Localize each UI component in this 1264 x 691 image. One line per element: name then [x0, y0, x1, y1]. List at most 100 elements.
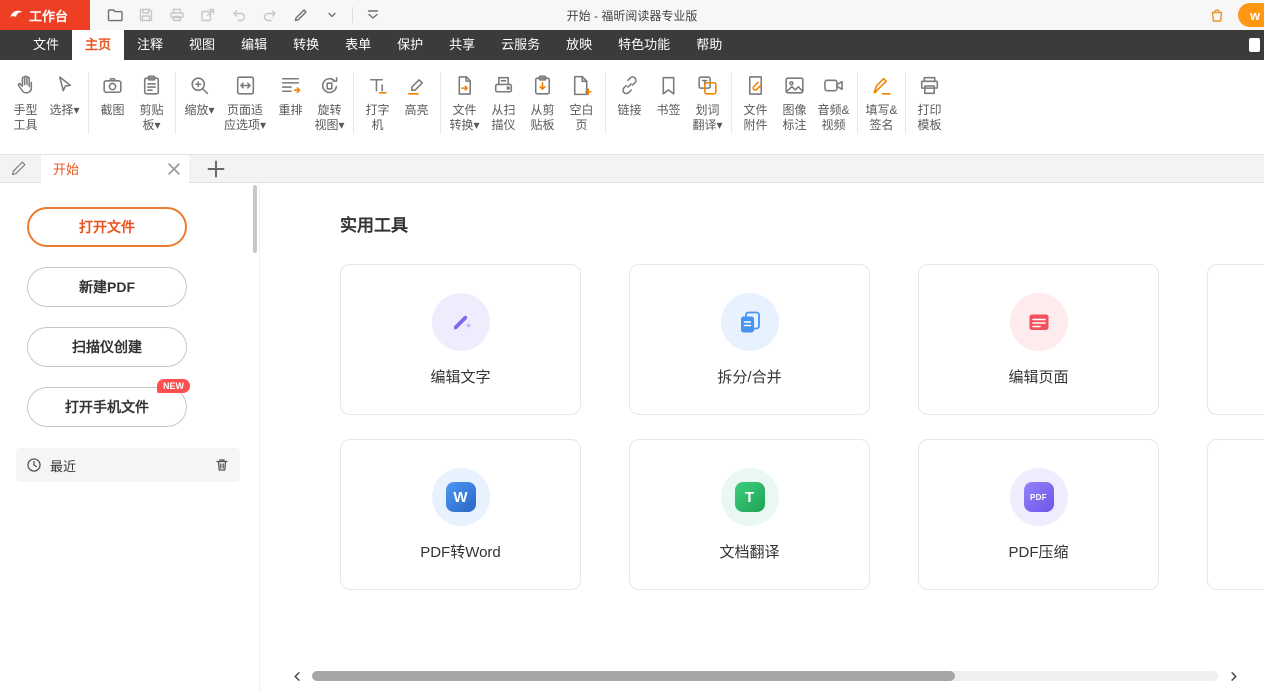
scanner-icon: [491, 72, 516, 98]
tool-image-annotation[interactable]: 图像标注: [775, 68, 814, 137]
scanner-create-button[interactable]: 扫描仪创建: [27, 327, 187, 367]
document-icon[interactable]: [1249, 38, 1260, 52]
tool-translate[interactable]: 划词翻译▾: [688, 68, 727, 137]
tool-audio-video[interactable]: 音频&视频: [814, 68, 853, 137]
tab-start[interactable]: 开始: [41, 155, 189, 183]
word-letter: W: [446, 482, 476, 512]
chevron-right-icon: [1228, 671, 1239, 682]
tool-file-attachment[interactable]: 文件附件: [736, 68, 775, 137]
word-badge-icon: W: [432, 468, 490, 526]
camera-icon: [100, 72, 125, 98]
card-split-merge[interactable]: 拆分/合并: [629, 264, 870, 415]
print-button[interactable]: [166, 4, 188, 26]
pen-tool-button[interactable]: [290, 4, 312, 26]
ribbon-separator: [88, 72, 89, 134]
open-file-button[interactable]: 打开文件: [27, 207, 187, 247]
tool-print-template[interactable]: 打印模板: [910, 68, 949, 137]
tool-from-scanner[interactable]: 从扫描仪: [484, 68, 523, 137]
tool-clipboard[interactable]: 剪贴板▾: [132, 68, 171, 137]
tool-label: 选择▾: [48, 103, 81, 118]
video-camera-icon: [821, 72, 846, 98]
ribbon-separator: [353, 72, 354, 134]
highlighter-icon: [404, 72, 429, 98]
tool-zoom[interactable]: 缩放▾: [180, 68, 219, 122]
open-mobile-file-label: 打开手机文件: [65, 397, 149, 417]
tool-fill-sign[interactable]: 填写&签名: [862, 68, 901, 137]
edit-text-pencil-icon: [432, 293, 490, 351]
tool-reflow[interactable]: 重排: [271, 68, 310, 122]
tool-file-convert[interactable]: 文件转换▾: [445, 68, 484, 137]
menu-item-features[interactable]: 特色功能: [605, 30, 683, 60]
magnifier-icon: [187, 72, 212, 98]
tool-bookmark[interactable]: 书签: [649, 68, 688, 122]
tool-blank-page[interactable]: 空白页: [562, 68, 601, 137]
document-tab-bar: 开始: [0, 155, 1264, 183]
card-partial-2[interactable]: [1207, 439, 1264, 590]
menu-item-form[interactable]: 表单: [332, 30, 384, 60]
new-tab-button[interactable]: [207, 160, 225, 178]
menu-item-comment[interactable]: 注释: [124, 30, 176, 60]
card-doc-translate[interactable]: T 文档翻译: [629, 439, 870, 590]
scroll-left-button[interactable]: [290, 669, 304, 683]
card-pdf-compress[interactable]: PDF PDF压缩: [918, 439, 1159, 590]
tool-page-fit[interactable]: 页面适应选项▾: [219, 68, 271, 137]
scroll-right-button[interactable]: [1226, 669, 1240, 683]
menu-item-home[interactable]: 主页: [72, 30, 124, 60]
card-partial-1[interactable]: [1207, 264, 1264, 415]
card-edit-pages[interactable]: 编辑页面: [918, 264, 1159, 415]
menu-item-file[interactable]: 文件: [20, 30, 72, 60]
open-folder-button[interactable]: [104, 4, 126, 26]
recent-section[interactable]: 最近: [16, 448, 240, 482]
menu-item-cloud[interactable]: 云服务: [488, 30, 553, 60]
menu-item-protect[interactable]: 保护: [384, 30, 436, 60]
workspace-button[interactable]: 工作台: [0, 0, 90, 30]
card-edit-text[interactable]: 编辑文字: [340, 264, 581, 415]
titlebar-right: w: [1206, 3, 1264, 27]
new-pdf-button[interactable]: 新建PDF: [27, 267, 187, 307]
rotate-view-icon: [317, 72, 342, 98]
redo-button[interactable]: [259, 4, 281, 26]
link-icon: [617, 72, 642, 98]
scrollbar-thumb[interactable]: [312, 671, 955, 681]
tool-label: 高亮: [400, 103, 433, 118]
export-button[interactable]: [197, 4, 219, 26]
customize-toolbar-button[interactable]: [362, 4, 384, 26]
menu-item-help[interactable]: 帮助: [683, 30, 735, 60]
tool-highlight[interactable]: 高亮: [397, 68, 436, 122]
tool-label: 音频&视频: [817, 103, 850, 133]
menu-item-share[interactable]: 共享: [436, 30, 488, 60]
tool-snapshot[interactable]: 截图: [93, 68, 132, 122]
save-button[interactable]: [135, 4, 157, 26]
ribbon-toolbar: 手型工具 选择▾ 截图 剪贴板▾ 缩放▾ 页面适应选项▾ 重排 旋转视图▾ 打字…: [0, 60, 1264, 155]
vertical-scrollbar-thumb[interactable]: [253, 185, 257, 253]
upgrade-button[interactable]: w: [1238, 3, 1264, 27]
tool-rotate-view[interactable]: 旋转视图▾: [310, 68, 349, 137]
caret-down-icon: [328, 11, 336, 19]
menu-item-convert[interactable]: 转换: [280, 30, 332, 60]
tool-typewriter[interactable]: 打字机: [358, 68, 397, 137]
tool-from-clipboard[interactable]: 从剪贴板: [523, 68, 562, 137]
pen-icon: [292, 6, 310, 24]
cards-row-1: 编辑文字 拆分/合并 编辑页面: [340, 264, 1264, 415]
pen-dropdown-button[interactable]: [321, 4, 343, 26]
tool-link[interactable]: 链接: [610, 68, 649, 122]
undo-button[interactable]: [228, 4, 250, 26]
store-bag-button[interactable]: [1206, 4, 1228, 26]
clear-recent-button[interactable]: [214, 457, 230, 473]
menu-item-slideshow[interactable]: 放映: [553, 30, 605, 60]
chevron-left-icon: [292, 671, 303, 682]
tab-corner-pencil-icon[interactable]: [10, 160, 27, 177]
attachment-icon: [743, 72, 768, 98]
scrollbar-track[interactable]: [312, 671, 1218, 681]
tab-close-icon[interactable]: [167, 162, 181, 176]
pdf-letters: PDF: [1024, 482, 1054, 512]
tool-select[interactable]: 选择▾: [45, 68, 84, 122]
tool-hand[interactable]: 手型工具: [6, 68, 45, 137]
ribbon-separator: [175, 72, 176, 134]
menu-item-view[interactable]: 视图: [176, 30, 228, 60]
tool-label: 旋转视图▾: [313, 103, 346, 133]
menu-item-edit[interactable]: 编辑: [228, 30, 280, 60]
sign-pen-icon: [869, 72, 894, 98]
open-mobile-file-button[interactable]: 打开手机文件 NEW: [27, 387, 187, 427]
card-pdf-to-word[interactable]: W PDF转Word: [340, 439, 581, 590]
